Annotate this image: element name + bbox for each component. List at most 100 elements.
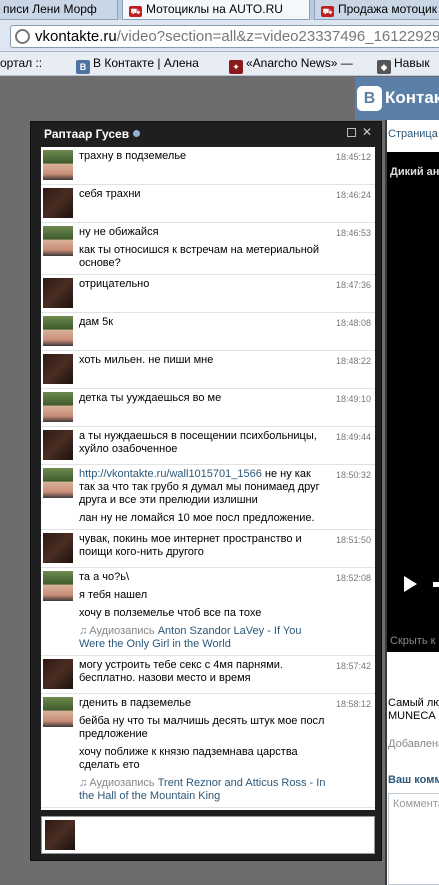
message-text: детка ты ууждаешься во ме [79, 392, 222, 404]
close-icon[interactable]: ✕ [362, 126, 372, 138]
url-path: /video?section=all&z=video23337496_16122… [116, 28, 439, 45]
chat-message: 18:46:53 ну не обижайся как ты относишся к… [41, 223, 375, 275]
browser-toolbar: vkontakte.ru/video?section=all&z=video23… [0, 20, 439, 52]
audio-attachment[interactable]: ♫ Аудиозапись Trent Reznor and Atticus Ro… [79, 777, 329, 803]
avatar[interactable] [43, 316, 73, 346]
message-text: трахну в подземелье [79, 150, 187, 162]
avatar[interactable] [43, 226, 73, 256]
address-bar[interactable]: vkontakte.ru/video?section=all&z=video23… [10, 25, 439, 48]
message-time: 18:45:12 [335, 152, 371, 162]
url-host: vkontakte.ru [35, 28, 117, 45]
added-label: Добавлена [388, 738, 439, 750]
logo-text: Контакте [385, 88, 439, 107]
music-note-icon: ♫ [79, 625, 88, 637]
message-text: чувак, покинь мое интернет пространство … [79, 533, 302, 558]
bookmark-3[interactable]: ◆ Навык [377, 52, 430, 75]
volume-icon[interactable] [433, 582, 439, 587]
message-text: бейба ну что ты малчишь десять штук мое … [79, 715, 325, 740]
browser-tab-1[interactable]: ⛟ Мотоциклы на AUTO.RU [122, 0, 310, 20]
contact-name: Раптаар Гусев [44, 127, 130, 141]
message-text: гденить в падземелье [79, 697, 192, 709]
video-description: Самый лю MUNECA B [388, 697, 439, 722]
message-body: http://vkontakte.ru/wall1015701_1566 не … [79, 468, 329, 525]
chat-title: Раптаар Гусев [44, 127, 141, 141]
tab-label: Продажа мотоцик [338, 2, 437, 16]
vk-logo[interactable]: BКонтакте [357, 84, 439, 112]
message-time: 18:46:53 [335, 228, 371, 238]
avatar[interactable] [43, 468, 73, 498]
chat-message: 18:45:12 трахну в подземелье [41, 147, 375, 185]
globe-icon [15, 29, 30, 44]
chat-message: 18:50:32 http://vkontakte.ru/wall1015701_… [41, 465, 375, 530]
tab-label: писи Лени Морф [3, 2, 97, 16]
avatar[interactable] [43, 571, 73, 601]
nav-link-page[interactable]: Страница [388, 128, 438, 140]
message-time: 18:49:44 [335, 432, 371, 442]
audio-label: Аудиозапись [89, 625, 158, 637]
message-text: http://vkontakte.ru/wall1015701_1566 не … [79, 468, 320, 506]
message-time: 18:50:32 [335, 470, 371, 480]
message-text: могу устроить тебе секс с 4мя парнями. б… [79, 659, 283, 684]
avatar[interactable] [43, 188, 73, 218]
message-text: а ты нуждаешься в посещении психбольницы… [79, 430, 317, 455]
avatar[interactable] [43, 533, 73, 563]
bookmark-label: «Anarcho News» — [246, 56, 353, 70]
chat-message: 18:49:10 детка ты ууждаешься во ме [41, 389, 375, 427]
message-composer[interactable] [41, 816, 375, 854]
message-body: могу устроить тебе секс с 4мя парнями. б… [79, 659, 329, 689]
vk-logo-icon: B [357, 86, 382, 111]
message-body: хоть мильен. не пиши мне [79, 354, 329, 384]
bookmark-1[interactable]: BВ Контакте | Алена [76, 52, 199, 75]
chat-message: 18:46:24 себя трахни [41, 185, 375, 223]
avatar[interactable] [43, 430, 73, 460]
play-icon[interactable] [404, 576, 417, 592]
chat-message: 18:47:36 отрицательно [41, 275, 375, 313]
hide-comments-link[interactable]: Скрыть к [390, 635, 435, 647]
music-note-icon: ♫ [79, 777, 88, 789]
message-text: хочу поближе к князю падземнава царства … [79, 746, 298, 771]
bookmark-0[interactable]: ортал :: [0, 52, 42, 75]
avatar [45, 820, 75, 850]
page-divider [385, 120, 387, 885]
comment-input[interactable]: Коммента [388, 793, 439, 885]
browser-tab-0[interactable]: писи Лени Морф [0, 0, 118, 20]
message-text: как ты относишся к встречам на метериаль… [79, 244, 320, 269]
bookmark-label: Навык [394, 56, 430, 70]
message-list[interactable]: 18:45:12 трахну в подземелье 18:46:24 себя … [41, 147, 375, 810]
message-text: я тебя нашел [79, 589, 148, 601]
message-text: та а чо?ь\ [79, 571, 130, 583]
message-body: детка ты ууждаешься во ме [79, 392, 329, 422]
message-text: отрицательно [79, 278, 150, 290]
message-body: себя трахни [79, 188, 329, 218]
avatar[interactable] [43, 659, 73, 689]
bookmark-2[interactable]: ✦ «Anarcho News» — [229, 52, 353, 75]
avatar[interactable] [43, 697, 73, 727]
chat-message: 18:48:22 хоть мильен. не пиши мне [41, 351, 375, 389]
browser-tab-strip: писи Лени Морф ⛟ Мотоциклы на AUTO.RU ⛟ Пр… [0, 0, 439, 20]
message-body: чувак, покинь мое интернет пространство … [79, 533, 329, 563]
avatar[interactable] [43, 354, 73, 384]
message-text: дам 5к [79, 316, 114, 328]
chat-window[interactable]: Раптаар Гусев ✕ 18:45:12 трахну в подземе… [30, 121, 382, 861]
message-text: хочу в полземелье чтоб все па тохе [79, 607, 262, 619]
message-body: трахну в подземелье [79, 150, 329, 180]
message-text: хоть мильен. не пиши мне [79, 354, 214, 366]
browser-tab-2[interactable]: ⛟ Продажа мотоцик [314, 0, 439, 20]
avatar[interactable] [43, 278, 73, 308]
avatar[interactable] [43, 392, 73, 422]
site-icon: ◆ [377, 60, 391, 74]
chat-message: 18:57:42 могу устроить тебе секс с 4мя па… [41, 656, 375, 694]
comment-heading: Ваш комм [388, 774, 439, 786]
audio-attachment[interactable]: ♫ Аудиозапись Anton Szandor LaVey - If Yo… [79, 625, 329, 651]
maximize-icon[interactable] [347, 128, 356, 137]
message-time: 18:49:10 [335, 394, 371, 404]
message-time: 18:52:08 [335, 573, 371, 583]
message-time: 18:58:12 [335, 699, 371, 709]
chat-message: 18:58:12 гденить в падземелье бейба ну что… [41, 694, 375, 808]
avatar[interactable] [43, 150, 73, 180]
bookmark-label: В Контакте | Алена [93, 56, 199, 70]
tab-label: Мотоциклы на AUTO.RU [146, 2, 283, 16]
message-link[interactable]: http://vkontakte.ru/wall1015701_1566 [79, 468, 262, 480]
moto-icon: ✦ [229, 60, 243, 74]
message-body: отрицательно [79, 278, 329, 308]
